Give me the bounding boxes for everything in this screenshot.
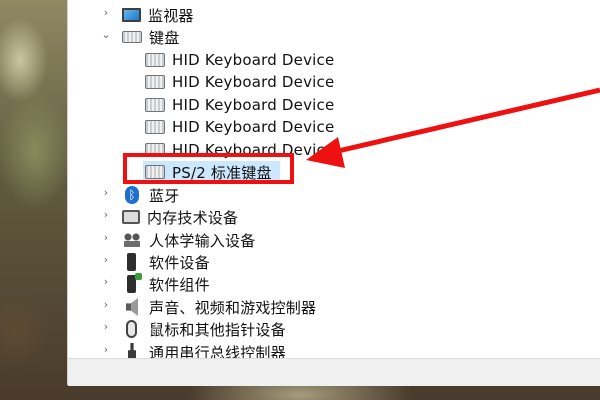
annotation-arrow-head [306, 137, 345, 168]
annotation-arrow [306, 87, 600, 168]
annotation-arrow-shaft [337, 87, 600, 154]
